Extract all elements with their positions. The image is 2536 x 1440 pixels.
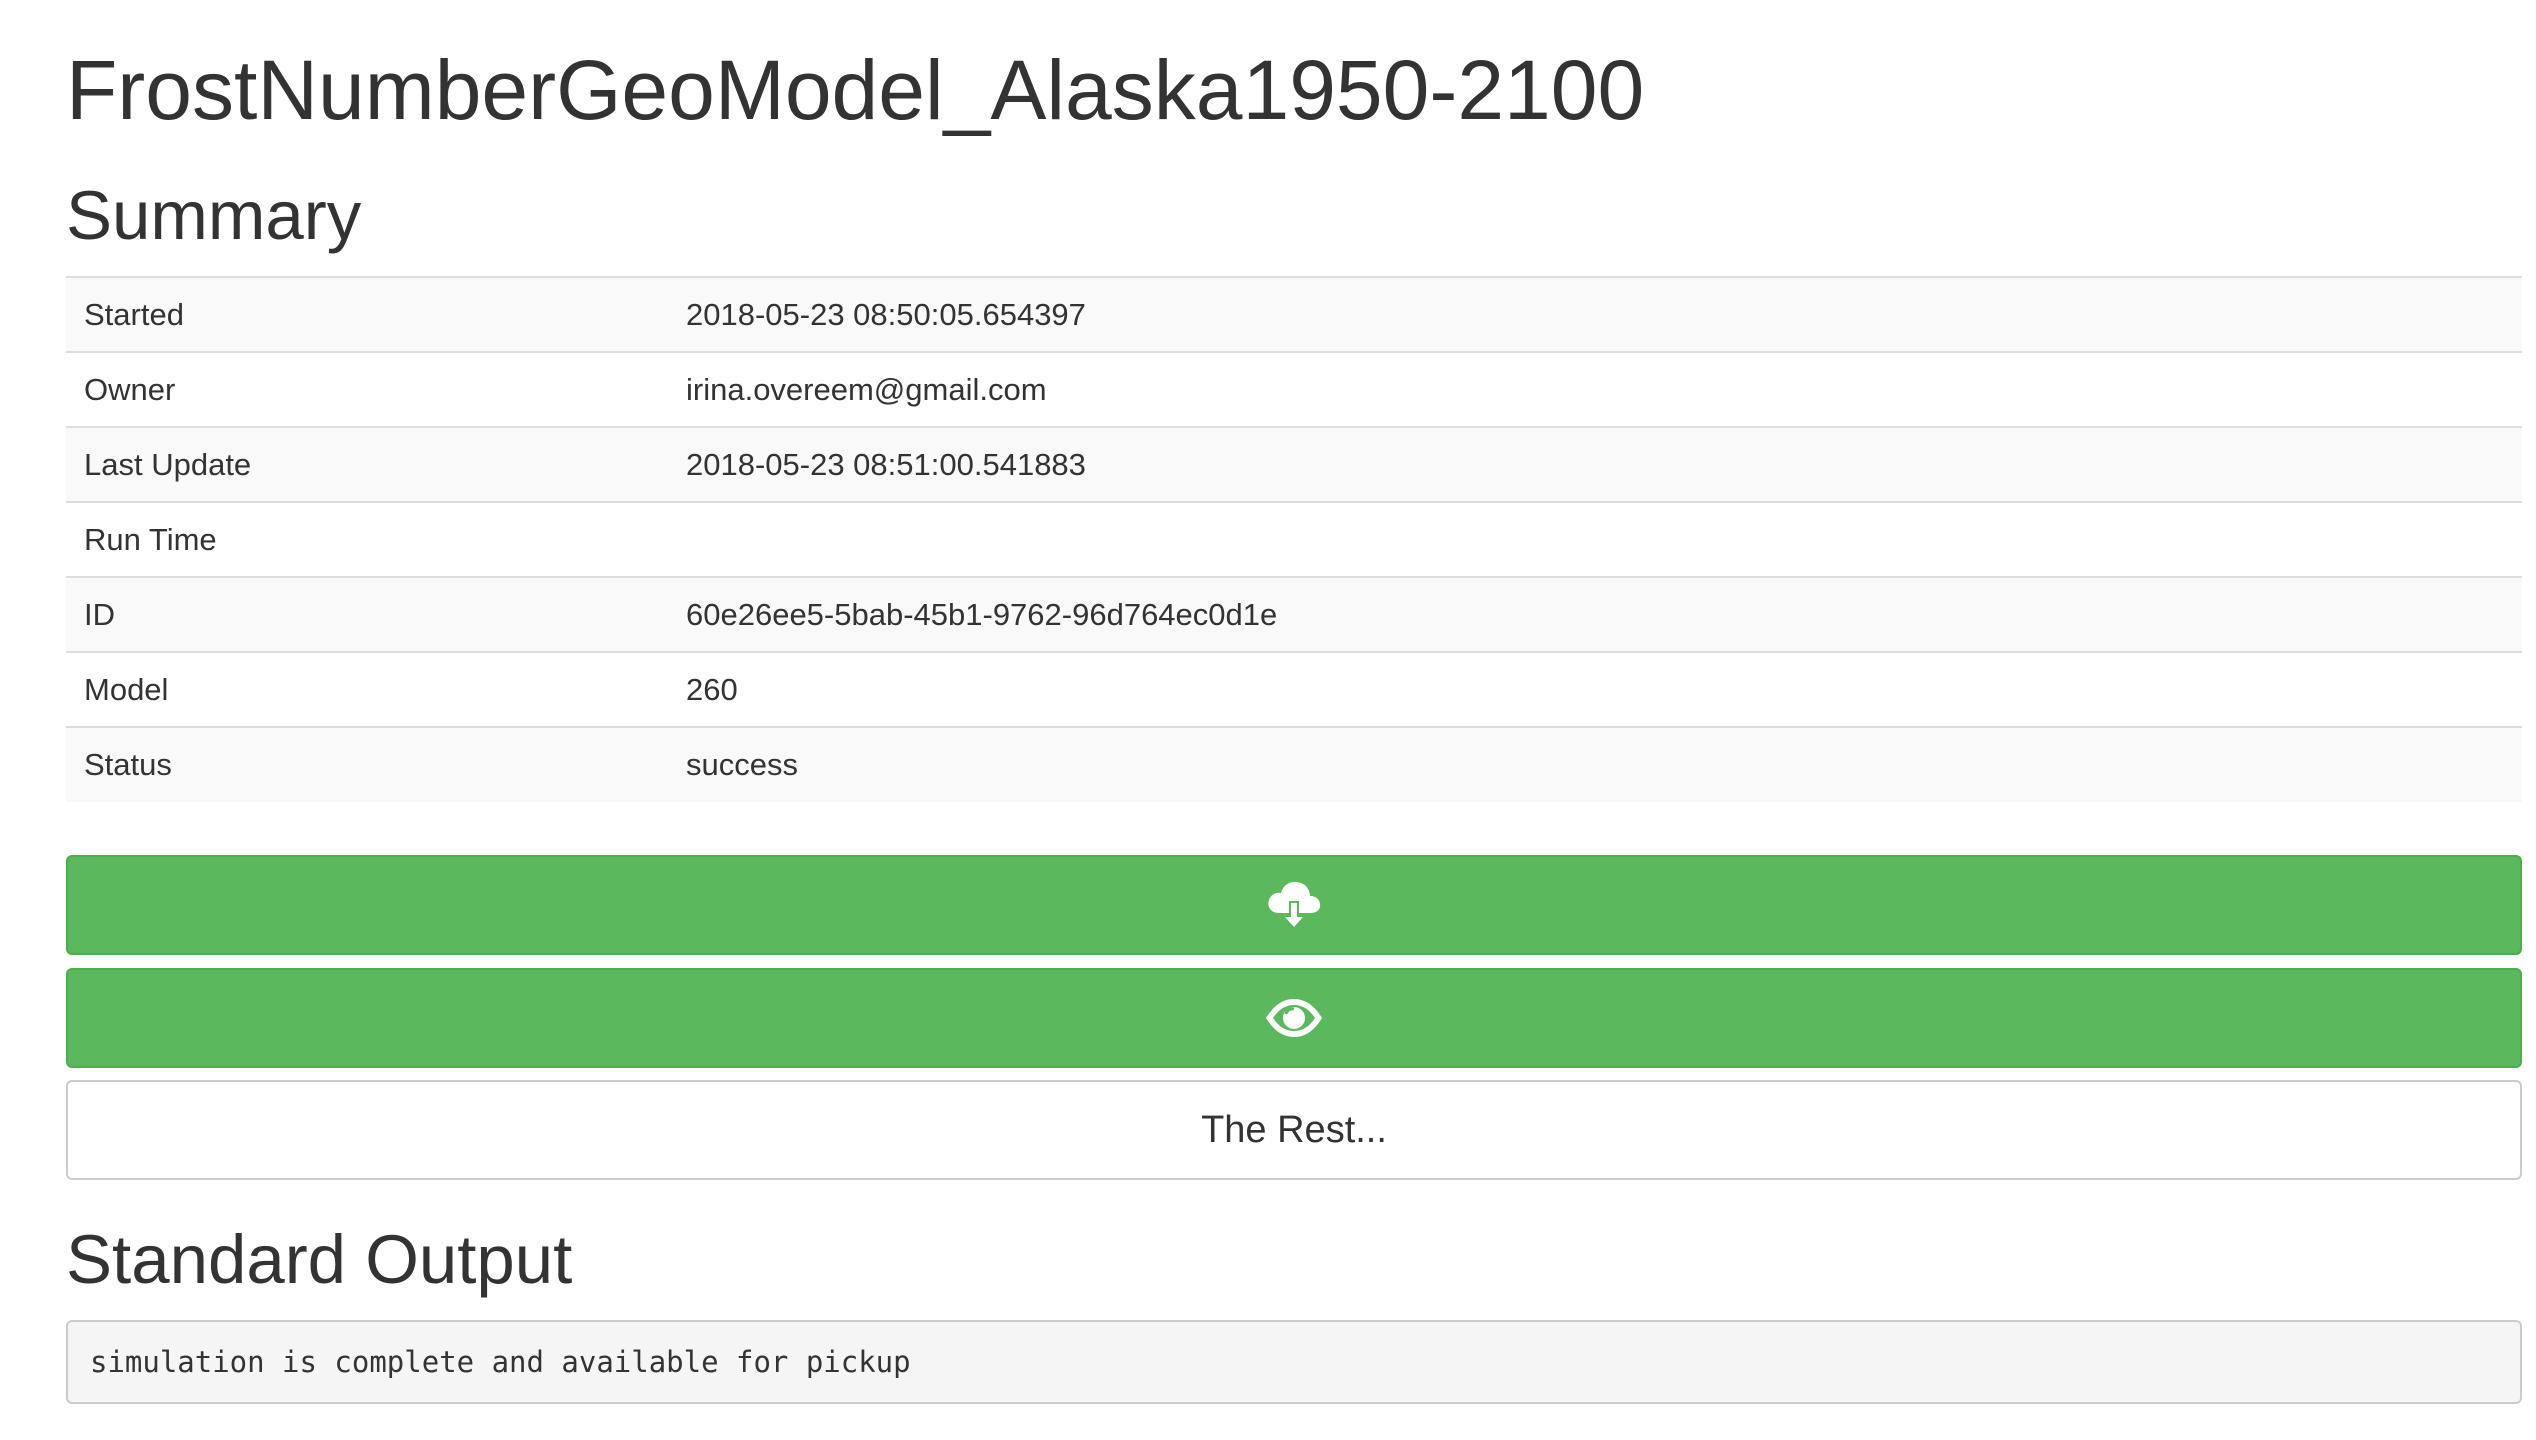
standard-output-box: simulation is complete and available for… [66,1320,2522,1404]
the-rest-label: The Rest... [1201,1108,1387,1151]
table-row: Model 260 [66,651,2522,727]
eye-icon [1263,995,1325,1041]
summary-key-status: Status [66,726,668,802]
table-row: Owner irina.overeem@gmail.com [66,351,2522,427]
table-row: Run Time [66,501,2522,577]
summary-key-started: Started [66,276,668,352]
table-row: Started 2018-05-23 08:50:05.654397 [66,276,2522,352]
summary-value-id: 60e26ee5-5bab-45b1-9762-96d764ec0d1e [668,576,2522,652]
summary-value-owner: irina.overeem@gmail.com [668,351,2522,427]
the-rest-button[interactable]: The Rest... [66,1080,2522,1180]
summary-table: Started 2018-05-23 08:50:05.654397 Owner… [66,276,2522,802]
page-title: FrostNumberGeoModel_Alaska1950-2100 [66,43,1645,137]
summary-value-started: 2018-05-23 08:50:05.654397 [668,276,2522,352]
cloud-download-icon [1265,877,1323,933]
table-row: Last Update 2018-05-23 08:51:00.541883 [66,426,2522,502]
summary-key-last-update: Last Update [66,426,668,502]
summary-key-id: ID [66,576,668,652]
summary-value-status: success [668,726,2522,802]
summary-value-run-time [668,501,2522,577]
standard-output-heading: Standard Output [66,1221,573,1298]
summary-key-owner: Owner [66,351,668,427]
table-row: Status success [66,726,2522,802]
summary-value-last-update: 2018-05-23 08:51:00.541883 [668,426,2522,502]
view-button[interactable] [66,968,2522,1068]
summary-key-run-time: Run Time [66,501,668,577]
summary-value-model: 260 [668,651,2522,727]
table-row: ID 60e26ee5-5bab-45b1-9762-96d764ec0d1e [66,576,2522,652]
summary-key-model: Model [66,651,668,727]
download-button[interactable] [66,855,2522,955]
summary-heading: Summary [66,177,362,254]
page: FrostNumberGeoModel_Alaska1950-2100 Summ… [0,0,2536,1440]
